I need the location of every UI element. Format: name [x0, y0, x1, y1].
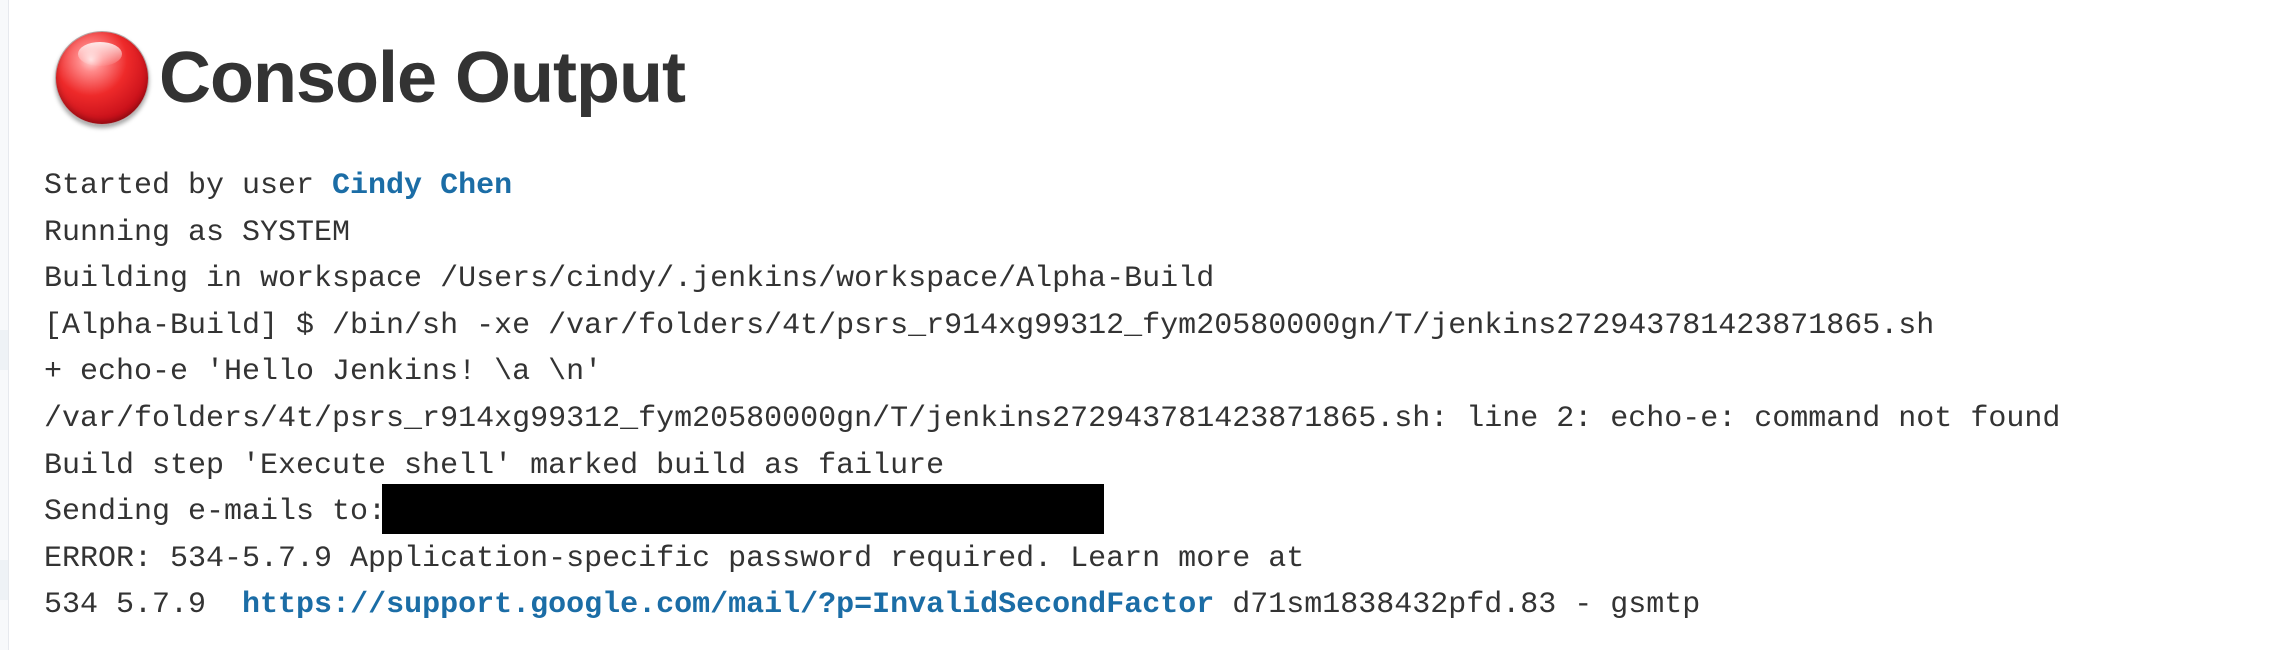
- red-ball-icon: [55, 31, 149, 125]
- redacted-email-block: [382, 484, 1105, 535]
- sending-prefix: Sending e-mails to:: [44, 495, 387, 530]
- console-line-command-not-found: /var/folders/4t/psrs_r914xg99312_fym2058…: [44, 401, 2061, 436]
- gsmtp-suffix: d71sm1838432pfd.83 - gsmtp: [1214, 588, 1701, 623]
- started-prefix: Started by user: [44, 169, 333, 203]
- support-link[interactable]: https://support.google.com/mail/?p=Inval…: [242, 588, 1214, 622]
- console-line-sending: Sending e-mails to:: [44, 484, 2060, 536]
- console-line-echo: + echo-e 'Hello Jenkins! \a \n': [44, 355, 603, 390]
- page-header: Console Output: [55, 28, 686, 128]
- user-link[interactable]: Cindy Chen: [332, 169, 512, 203]
- console-line-error-534: ERROR: 534-5.7.9 Application-specific pa…: [44, 541, 1305, 576]
- console-line-command: [Alpha-Build] $ /bin/sh -xe /var/folders…: [44, 308, 1935, 343]
- console-line-started: Started by user Cindy Chen: [44, 163, 2060, 210]
- console-line-gsmtp: 534 5.7.9 https://support.google.com/mai…: [44, 582, 2060, 629]
- side-panel-notch: [0, 330, 8, 370]
- console-line-running: Running as SYSTEM: [44, 215, 351, 250]
- console-line-failure: Build step 'Execute shell' marked build …: [44, 448, 945, 483]
- page-title: Console Output: [159, 38, 686, 118]
- gsmtp-prefix: 534 5.7.9: [44, 588, 243, 623]
- side-panel-edge: [0, 0, 9, 650]
- side-panel-notch: [0, 560, 8, 600]
- console-output: Started by user Cindy Chen Running as SYS…: [44, 163, 2060, 629]
- console-line-workspace: Building in workspace /Users/cindy/.jenk…: [44, 262, 1215, 297]
